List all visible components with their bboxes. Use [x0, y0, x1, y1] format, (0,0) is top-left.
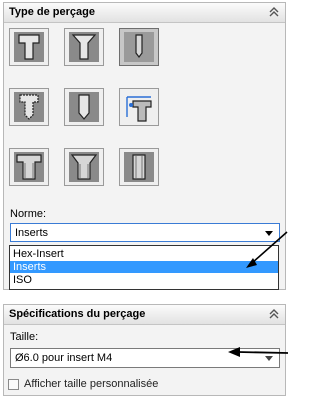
hole-spec-panel-header[interactable]: Spécifications du perçage [4, 305, 285, 325]
custom-size-label: Afficher taille personnalisée [24, 378, 159, 390]
advanced-hole-icon [124, 92, 154, 122]
chevron-down-icon[interactable] [263, 353, 275, 363]
countersink-hole-icon [69, 32, 99, 62]
hole-type-panel-header[interactable]: Type de perçage [4, 3, 285, 23]
norme-label: Norme: [10, 208, 47, 220]
simple-hole-icon [124, 32, 154, 62]
simple-hole-button[interactable] [119, 28, 159, 66]
norme-option-hex-insert[interactable]: Hex-Insert [10, 248, 278, 260]
norme-option-iso[interactable]: ISO [10, 274, 278, 286]
hole-spec-panel-title: Spécifications du perçage [9, 308, 146, 320]
countersink-button[interactable] [64, 28, 104, 66]
tapped-hole-button[interactable] [9, 88, 49, 126]
taille-select[interactable]: Ø6.0 pour insert M4 [10, 348, 280, 368]
drilled-hole-icon [69, 92, 99, 122]
slot-counterbore-button[interactable] [9, 148, 49, 186]
slot-icon [124, 152, 154, 182]
tapped-hole-icon [14, 92, 44, 122]
chevron-double-up-icon[interactable] [268, 308, 280, 320]
norme-select-value: Inserts [15, 227, 49, 239]
chevron-double-up-icon[interactable] [268, 6, 280, 18]
slot-button[interactable] [119, 148, 159, 186]
advanced-hole-button[interactable] [119, 88, 159, 126]
norme-dropdown-list: Hex-Insert Inserts ISO [9, 245, 279, 290]
custom-size-checkbox[interactable] [8, 379, 19, 390]
counterbore-button[interactable] [9, 28, 49, 66]
taille-select-value: Ø6.0 pour insert M4 [15, 352, 113, 364]
drilled-hole-button[interactable] [64, 88, 104, 126]
counterbore-hole-icon [14, 32, 44, 62]
slot-counterbore-icon [14, 152, 44, 182]
slot-countersink-button[interactable] [64, 148, 104, 186]
chevron-down-icon[interactable] [263, 228, 275, 238]
slot-countersink-icon [69, 152, 99, 182]
hole-type-panel-title: Type de perçage [9, 6, 95, 18]
norme-select[interactable]: Inserts [10, 223, 280, 242]
norme-option-inserts[interactable]: Inserts [10, 261, 278, 273]
taille-label: Taille: [10, 331, 39, 343]
